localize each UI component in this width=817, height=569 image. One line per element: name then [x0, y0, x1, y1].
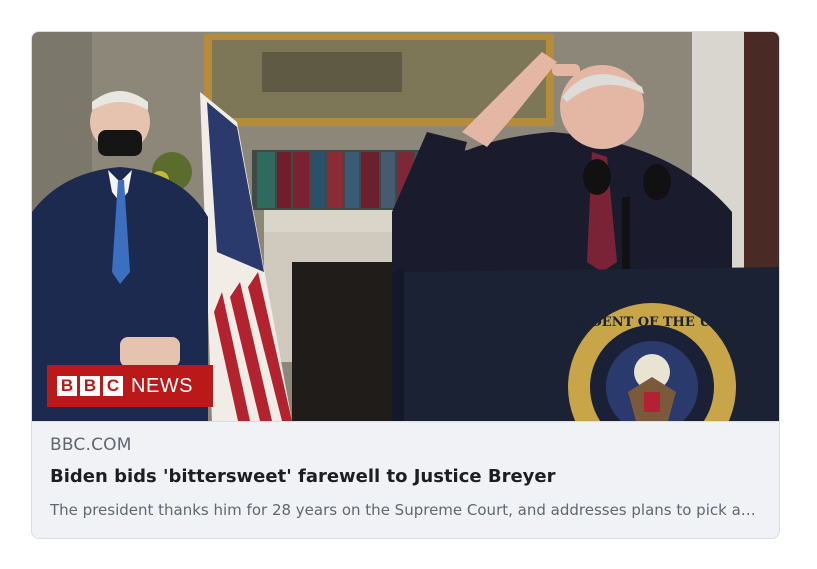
- link-domain: BBC.COM: [50, 435, 132, 455]
- bbc-logo-letter-b1: B: [57, 376, 77, 396]
- link-preview-meta[interactable]: BBC.COM Biden bids 'bittersweet' farewel…: [32, 421, 779, 538]
- bbc-news-badge: B B C NEWS: [47, 365, 213, 407]
- link-title[interactable]: Biden bids 'bittersweet' farewell to Jus…: [50, 466, 760, 487]
- link-description: The president thanks him for 28 years on…: [50, 501, 760, 519]
- bbc-logo-letter-c: C: [103, 376, 123, 396]
- link-preview-card[interactable]: PRESIDENT OF THE UNITED B B C NEWS BBC.C…: [31, 31, 780, 539]
- photo-illustration: PRESIDENT OF THE UNITED: [32, 32, 779, 421]
- seal-text: PRESIDENT OF THE UNITED: [545, 315, 760, 330]
- bbc-logo-letter-b2: B: [80, 376, 100, 396]
- bbc-news-word: NEWS: [131, 374, 193, 397]
- article-photo[interactable]: PRESIDENT OF THE UNITED B B C NEWS: [32, 32, 779, 421]
